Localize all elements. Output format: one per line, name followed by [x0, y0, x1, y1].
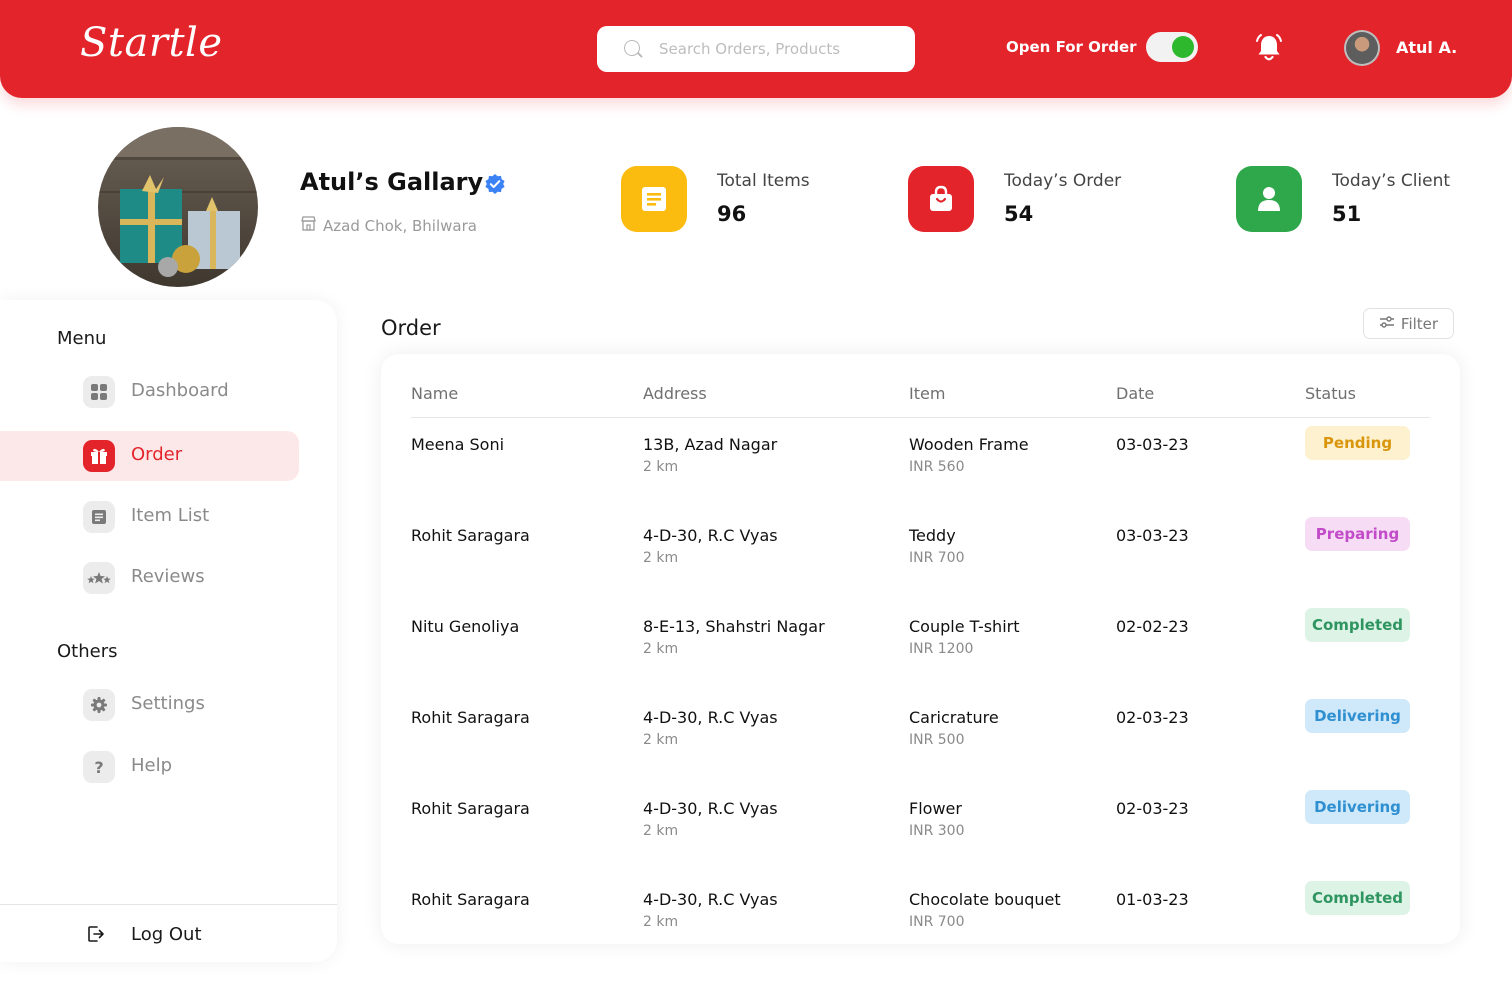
store-location: Azad Chok, Bhilwara [300, 215, 477, 236]
table-row[interactable]: Meena Soni 13B, Azad Nagar 2 km Wooden Fram… [0, 426, 1512, 526]
customer-name: Meena Soni [411, 435, 505, 454]
shopping-bag-icon [908, 166, 974, 232]
column-header-item: Item [909, 384, 946, 403]
order-price: INR 500 [909, 732, 965, 748]
order-item: Couple T-shirt [909, 617, 1020, 636]
status-badge[interactable]: Delivering [1305, 790, 1410, 824]
stat-label: Total Items [717, 171, 810, 191]
customer-name: Rohit Saragara [411, 890, 530, 909]
stat-label: Today’s Client [1332, 171, 1451, 191]
order-date: 03-03-23 [1116, 435, 1189, 454]
notification-bell-icon[interactable] [1254, 32, 1284, 64]
sidebar-item-label: Dashboard [131, 380, 229, 401]
column-header-date: Date [1116, 384, 1155, 403]
order-distance: 2 km [643, 550, 679, 566]
table-row[interactable]: Rohit Saragara 4-D-30, R.C Vyas 2 km Flower… [0, 790, 1512, 890]
user-avatar[interactable] [1344, 30, 1380, 66]
order-price: INR 300 [909, 823, 965, 839]
order-item: Caricrature [909, 708, 999, 727]
store-location-text: Azad Chok, Bhilwara [323, 216, 477, 235]
user-name[interactable]: Atul A. [1396, 38, 1457, 57]
order-date: 01-03-23 [1116, 890, 1189, 909]
order-price: INR 700 [909, 914, 965, 930]
top-header: Startle Open For Order Atul A. [0, 0, 1512, 98]
document-icon [621, 166, 687, 232]
customer-name: Rohit Saragara [411, 526, 530, 545]
table-row[interactable]: Rohit Saragara 4-D-30, R.C Vyas 2 km Teddy I… [0, 517, 1512, 617]
order-address: 8-E-13, Shahstri Nagar [643, 617, 825, 636]
order-address: 4-D-30, R.C Vyas [643, 799, 778, 818]
filter-label: Filter [1400, 314, 1439, 333]
stat-value: 54 [1004, 202, 1034, 226]
menu-heading: Menu [57, 328, 107, 349]
table-row[interactable]: Rohit Saragara 4-D-30, R.C Vyas 2 km Chocol… [0, 881, 1512, 981]
order-price: INR 1200 [909, 641, 974, 657]
store-name: Atul’s Gallary [300, 168, 484, 196]
order-date: 02-03-23 [1116, 708, 1189, 727]
search-bar[interactable] [597, 26, 915, 72]
status-badge[interactable]: Pending [1305, 426, 1410, 460]
order-distance: 2 km [643, 459, 679, 475]
table-row[interactable]: Rohit Saragara 4-D-30, R.C Vyas 2 km Caricr… [0, 699, 1512, 799]
open-for-order-label: Open For Order [1006, 38, 1137, 56]
customer-name: Rohit Saragara [411, 799, 530, 818]
stat-value: 96 [717, 202, 747, 226]
order-distance: 2 km [643, 641, 679, 657]
order-address: 4-D-30, R.C Vyas [643, 526, 778, 545]
order-price: INR 560 [909, 459, 965, 475]
search-input[interactable] [659, 40, 899, 58]
sidebar-item-dashboard[interactable]: Dashboard [0, 367, 299, 417]
table-row[interactable]: Nitu Genoliya 8-E-13, Shahstri Nagar 2 km C… [0, 608, 1512, 708]
order-distance: 2 km [643, 823, 679, 839]
search-icon [623, 39, 643, 59]
open-for-order-toggle[interactable] [1146, 32, 1198, 62]
order-address: 4-D-30, R.C Vyas [643, 890, 778, 909]
order-date: 03-03-23 [1116, 526, 1189, 545]
column-header-status: Status [1305, 384, 1356, 403]
order-item: Chocolate bouquet [909, 890, 1061, 909]
order-date: 02-02-23 [1116, 617, 1189, 636]
order-address: 13B, Azad Nagar [643, 435, 778, 454]
verified-badge-icon [484, 173, 506, 195]
order-date: 02-03-23 [1116, 799, 1189, 818]
user-icon [1236, 166, 1302, 232]
store-avatar-image [98, 127, 258, 287]
orders-title: Order [381, 316, 441, 340]
toggle-knob [1172, 36, 1194, 58]
store-icon [300, 215, 317, 236]
order-item: Wooden Frame [909, 435, 1029, 454]
order-address: 4-D-30, R.C Vyas [643, 708, 778, 727]
order-item: Flower [909, 799, 962, 818]
status-badge[interactable]: Completed [1305, 881, 1410, 915]
status-badge[interactable]: Completed [1305, 608, 1410, 642]
column-header-name: Name [411, 384, 459, 403]
stat-value: 51 [1332, 202, 1362, 226]
order-distance: 2 km [643, 732, 679, 748]
customer-name: Nitu Genoliya [411, 617, 520, 636]
table-header-divider [411, 417, 1430, 418]
order-distance: 2 km [643, 914, 679, 930]
order-item: Teddy [909, 526, 956, 545]
app-logo[interactable]: Startle [80, 20, 222, 66]
dashboard-icon [83, 376, 115, 408]
filter-button[interactable]: Filter [1363, 308, 1454, 339]
customer-name: Rohit Saragara [411, 708, 530, 727]
column-header-address: Address [643, 384, 707, 403]
order-price: INR 700 [909, 550, 965, 566]
status-badge[interactable]: Preparing [1305, 517, 1410, 551]
status-badge[interactable]: Delivering [1305, 699, 1410, 733]
stat-label: Today’s Order [1004, 171, 1122, 191]
filter-icon [1379, 315, 1395, 333]
